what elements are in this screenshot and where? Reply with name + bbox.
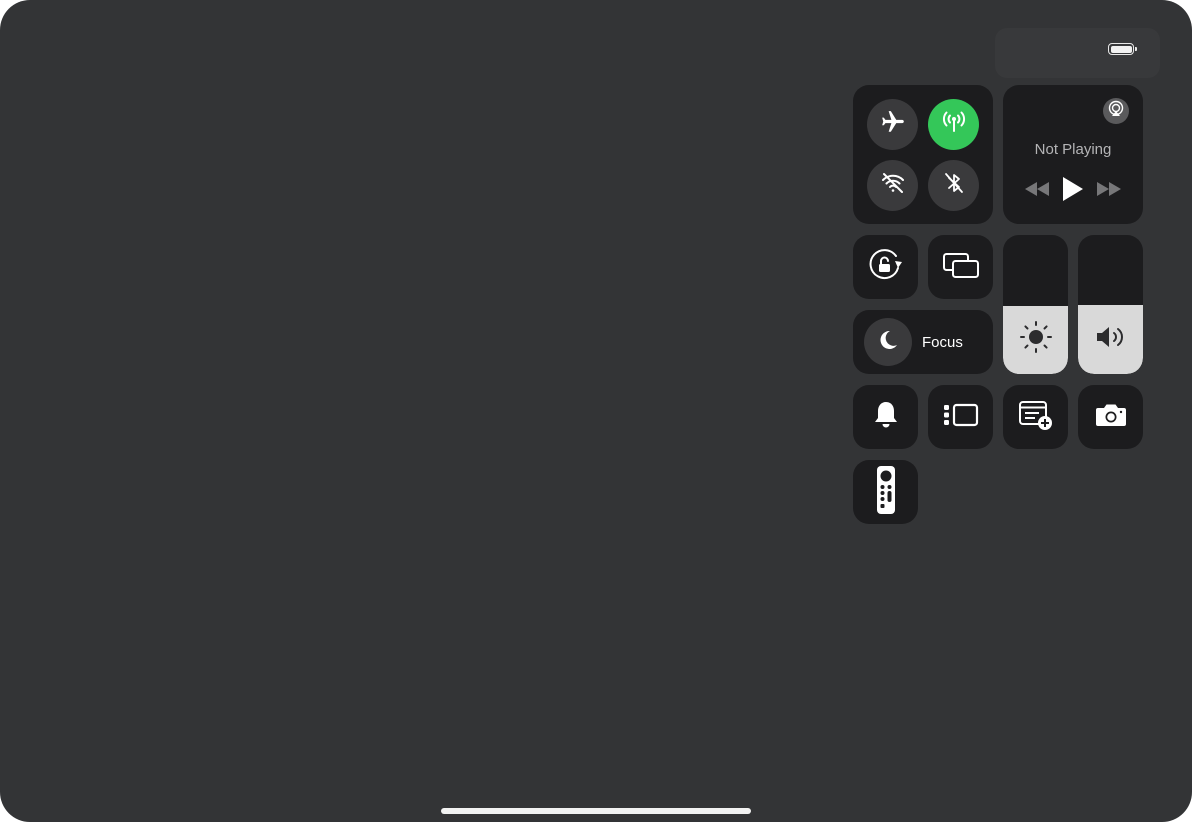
focus-button[interactable]: Focus xyxy=(853,310,993,374)
stage-manager-button[interactable] xyxy=(928,385,993,449)
play-icon[interactable] xyxy=(1063,177,1083,206)
screen-mirroring-button[interactable] xyxy=(928,235,993,299)
fast-forward-icon[interactable] xyxy=(1097,182,1121,201)
rewind-icon[interactable] xyxy=(1025,182,1049,201)
airplane-icon xyxy=(880,109,906,140)
connectivity-module xyxy=(853,85,993,224)
camera-icon xyxy=(1094,401,1128,434)
moon-icon xyxy=(876,328,900,357)
apple-tv-remote-icon xyxy=(876,465,896,520)
apple-tv-remote-button[interactable] xyxy=(853,460,918,524)
battery-icon xyxy=(1108,43,1137,55)
stage-manager-icon xyxy=(942,402,980,433)
rotation-lock-icon xyxy=(868,248,904,287)
volume-level-fill xyxy=(1078,304,1143,374)
cellular-data-icon xyxy=(940,108,968,141)
quick-note-icon xyxy=(1017,399,1055,436)
quick-note-button[interactable] xyxy=(1003,385,1068,449)
bluetooth-off-icon xyxy=(941,170,967,201)
rotation-lock-button[interactable] xyxy=(853,235,918,299)
airplay-icon xyxy=(1107,100,1125,123)
home-indicator[interactable] xyxy=(441,808,751,814)
screen-mirroring-icon xyxy=(942,251,980,284)
camera-button[interactable] xyxy=(1078,385,1143,449)
device-screen: Not Playing Focus xyxy=(0,0,1192,822)
silent-mode-button[interactable] xyxy=(853,385,918,449)
brightness-level-fill xyxy=(1003,305,1068,374)
now-playing-module[interactable]: Not Playing xyxy=(1003,85,1143,224)
volume-slider[interactable] xyxy=(1078,235,1143,374)
cellular-data-button[interactable] xyxy=(928,99,979,150)
bell-icon xyxy=(872,400,900,435)
focus-label: Focus xyxy=(922,334,963,351)
sun-icon xyxy=(1019,320,1053,359)
wifi-button[interactable] xyxy=(867,160,918,211)
speaker-icon xyxy=(1094,323,1128,356)
status-bar xyxy=(995,28,1160,78)
airplay-button[interactable] xyxy=(1103,98,1129,124)
playback-controls xyxy=(1003,177,1143,206)
now-playing-status: Not Playing xyxy=(1034,141,1112,158)
airplane-mode-button[interactable] xyxy=(867,99,918,150)
focus-moon-circle xyxy=(864,318,912,366)
wifi-off-icon xyxy=(880,170,906,201)
brightness-slider[interactable] xyxy=(1003,235,1068,374)
bluetooth-button[interactable] xyxy=(928,160,979,211)
